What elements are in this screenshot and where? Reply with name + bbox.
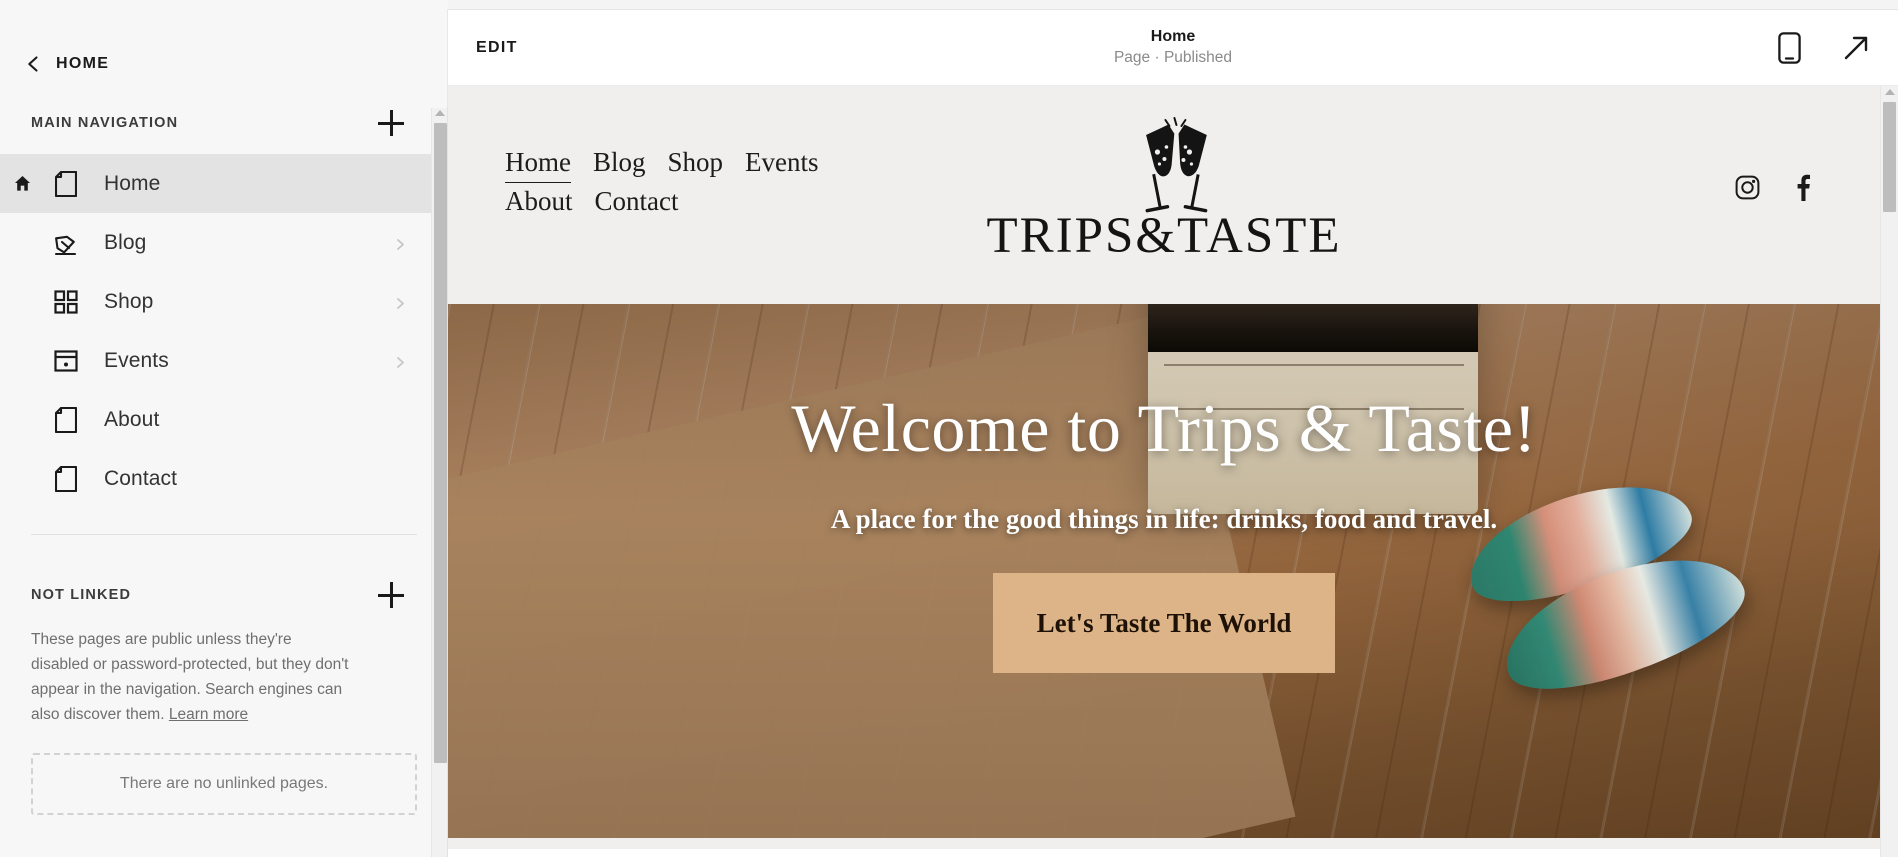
- sidebar-scrollbar[interactable]: [431, 108, 448, 857]
- back-to-home-button[interactable]: HOME: [0, 0, 448, 92]
- site-logo-wordmark: TRIPS&TASTE: [986, 208, 1342, 264]
- site-social-links: [1735, 174, 1810, 201]
- sidebar-item-contact[interactable]: Contact: [0, 449, 448, 508]
- not-linked-empty-state: There are no unlinked pages.: [31, 753, 417, 816]
- main-navigation-title: MAIN NAVIGATION: [31, 115, 179, 131]
- site-nav-blog[interactable]: Blog: [593, 144, 646, 183]
- sidebar-item-label: Blog: [104, 230, 147, 254]
- not-linked-empty-text: There are no unlinked pages.: [119, 775, 329, 793]
- site-nav-events[interactable]: Events: [745, 144, 819, 183]
- page-icon: [44, 406, 88, 433]
- sidebar-item-blog[interactable]: Blog: [0, 213, 448, 272]
- facebook-icon[interactable]: [1794, 174, 1810, 201]
- preview-scrollbar[interactable]: [1880, 86, 1898, 857]
- sidebar-item-label: Shop: [104, 289, 154, 313]
- sidebar-item-events[interactable]: Events: [0, 331, 448, 390]
- edit-button[interactable]: EDIT: [476, 39, 518, 57]
- sidebar-item-shop[interactable]: Shop: [0, 272, 448, 331]
- pages-sidebar: HOME MAIN NAVIGATION Home Blog Shop Even…: [0, 0, 448, 857]
- hero-cta-label: Let's Taste The World: [1036, 607, 1292, 638]
- preview-bottom-strip: [448, 849, 1880, 857]
- not-linked-description: These pages are public unless they're di…: [0, 627, 390, 727]
- sidebar-item-label: About: [104, 407, 160, 431]
- chevron-right-icon[interactable]: [395, 296, 406, 309]
- chevron-right-icon[interactable]: [395, 355, 406, 368]
- calendar-icon: [44, 349, 88, 373]
- site-nav-about[interactable]: About: [505, 183, 573, 221]
- hero-content: Welcome to Trips & Taste! A place for th…: [448, 304, 1880, 838]
- open-external-icon[interactable]: [1843, 34, 1870, 61]
- site-preview-frame: Home Blog Shop Events About Contact TRIP…: [448, 86, 1880, 857]
- site-nav-shop[interactable]: Shop: [668, 144, 724, 183]
- page-preview-pane: EDIT Home Page · Published Home Blog Sho…: [448, 10, 1898, 857]
- site-nav-home[interactable]: Home: [505, 144, 571, 183]
- sidebar-divider: [31, 534, 417, 535]
- chevron-right-icon[interactable]: [395, 237, 406, 250]
- grid-icon: [44, 289, 88, 314]
- add-page-main-nav-button[interactable]: [378, 110, 404, 136]
- preview-toolbar-actions: [1778, 31, 1870, 64]
- sidebar-item-label: Events: [104, 348, 169, 372]
- sidebar-item-label: Contact: [104, 466, 178, 490]
- sidebar-item-home[interactable]: Home: [0, 154, 448, 213]
- page-builder-app: HOME MAIN NAVIGATION Home Blog Shop Even…: [0, 0, 1898, 857]
- back-label: HOME: [56, 55, 110, 72]
- not-linked-title: NOT LINKED: [31, 587, 132, 603]
- not-linked-header: NOT LINKED: [0, 563, 448, 627]
- page-status: Page · Published: [1113, 48, 1233, 66]
- hero-subheading: A place for the good things in life: dri…: [830, 504, 1498, 534]
- site-logo[interactable]: TRIPS&TASTE: [986, 116, 1341, 262]
- chevron-left-icon: [24, 55, 42, 73]
- sidebar-scrollbar-thumb[interactable]: [434, 123, 447, 763]
- sidebar-item-label: Home: [104, 171, 161, 195]
- preview-title-block: Home Page · Published: [448, 26, 1898, 69]
- scroll-up-arrow-icon[interactable]: [435, 110, 445, 116]
- hero-heading: Welcome to Trips & Taste!: [791, 390, 1537, 466]
- site-header: Home Blog Shop Events About Contact TRIP…: [448, 86, 1880, 304]
- champagne-glasses-icon: [1105, 116, 1223, 219]
- site-navigation: Home Blog Shop Events About Contact: [505, 138, 895, 221]
- main-navigation-list: Home Blog Shop Events About Contact: [0, 154, 448, 508]
- main-navigation-header: MAIN NAVIGATION: [0, 92, 448, 154]
- scroll-up-arrow-icon[interactable]: [1885, 89, 1895, 95]
- home-marker-icon: [0, 175, 44, 192]
- add-page-not-linked-button[interactable]: [378, 582, 404, 608]
- page-icon: [44, 465, 88, 492]
- site-nav-contact[interactable]: Contact: [595, 183, 679, 221]
- learn-more-link[interactable]: Learn more: [169, 706, 248, 723]
- page-title: Home: [1150, 28, 1196, 46]
- hero-cta-button[interactable]: Let's Taste The World: [993, 573, 1335, 673]
- sidebar-item-about[interactable]: About: [0, 390, 448, 449]
- instagram-icon[interactable]: [1735, 175, 1760, 200]
- page-icon: [44, 170, 88, 197]
- preview-toolbar: EDIT Home Page · Published: [448, 10, 1898, 86]
- blog-pen-icon: [44, 230, 88, 256]
- preview-scrollbar-thumb[interactable]: [1883, 102, 1896, 212]
- mobile-preview-icon[interactable]: [1778, 31, 1801, 64]
- hero-section: Welcome to Trips & Taste! A place for th…: [448, 304, 1880, 838]
